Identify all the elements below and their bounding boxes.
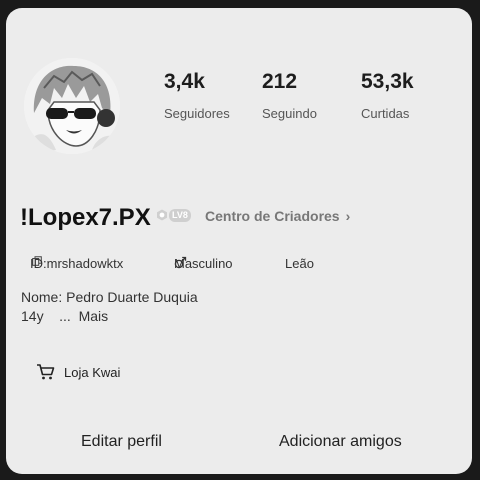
profile-info-row: ID:mrshadowktx Masculino Leão (6, 256, 472, 274)
profile-card: 3,4k Seguidores 212 Seguindo 53,3k Curti… (6, 8, 472, 474)
following-label: Seguindo (262, 106, 317, 121)
add-friends-button[interactable]: Adicionar amigos (279, 433, 402, 451)
stats-row: 3,4k Seguidores 212 Seguindo 53,3k Curti… (6, 70, 472, 130)
user-id-label: ID:mrshadowktx (30, 256, 124, 271)
chevron-right-icon: › (345, 208, 351, 224)
followers-count: 3,4k (164, 70, 205, 93)
creator-center-link[interactable]: Centro de Criadores › (205, 208, 350, 224)
cart-icon (37, 364, 55, 380)
following-count: 212 (262, 70, 298, 93)
level-shield-icon (157, 209, 167, 221)
stat-followers[interactable]: 3,4k Seguidores (164, 70, 264, 121)
user-id[interactable]: ID:mrshadowktx (30, 256, 123, 271)
shop-label: Loja Kwai (64, 364, 121, 380)
bio-more-link[interactable]: ... Mais (59, 308, 108, 324)
bio-name-line: Nome: Pedro Duarte Duquia (21, 289, 198, 305)
bio-age: 14y (21, 308, 44, 324)
gender-label: Masculino (174, 256, 233, 271)
level-badge: LV8 (156, 208, 191, 222)
creator-center-label: Centro de Criadores (205, 208, 340, 224)
edit-profile-button[interactable]: Editar perfil (81, 433, 162, 451)
followers-label: Seguidores (164, 106, 230, 121)
likes-label: Curtidas (361, 106, 410, 121)
bio-second-line: 14y ... Mais (21, 307, 198, 326)
likes-count: 53,3k (361, 70, 414, 93)
stat-likes[interactable]: 53,3k Curtidas (361, 70, 461, 121)
shop-link[interactable]: Loja Kwai (36, 363, 120, 381)
gender-tag: Masculino (174, 256, 233, 271)
username: !Lopex7.PX (20, 204, 151, 231)
zodiac-sign: Leão (285, 256, 314, 271)
level-label: LV8 (169, 208, 191, 222)
bio: Nome: Pedro Duarte Duquia 14y ... Mais (21, 288, 198, 326)
stat-following[interactable]: 212 Seguindo (262, 70, 362, 121)
